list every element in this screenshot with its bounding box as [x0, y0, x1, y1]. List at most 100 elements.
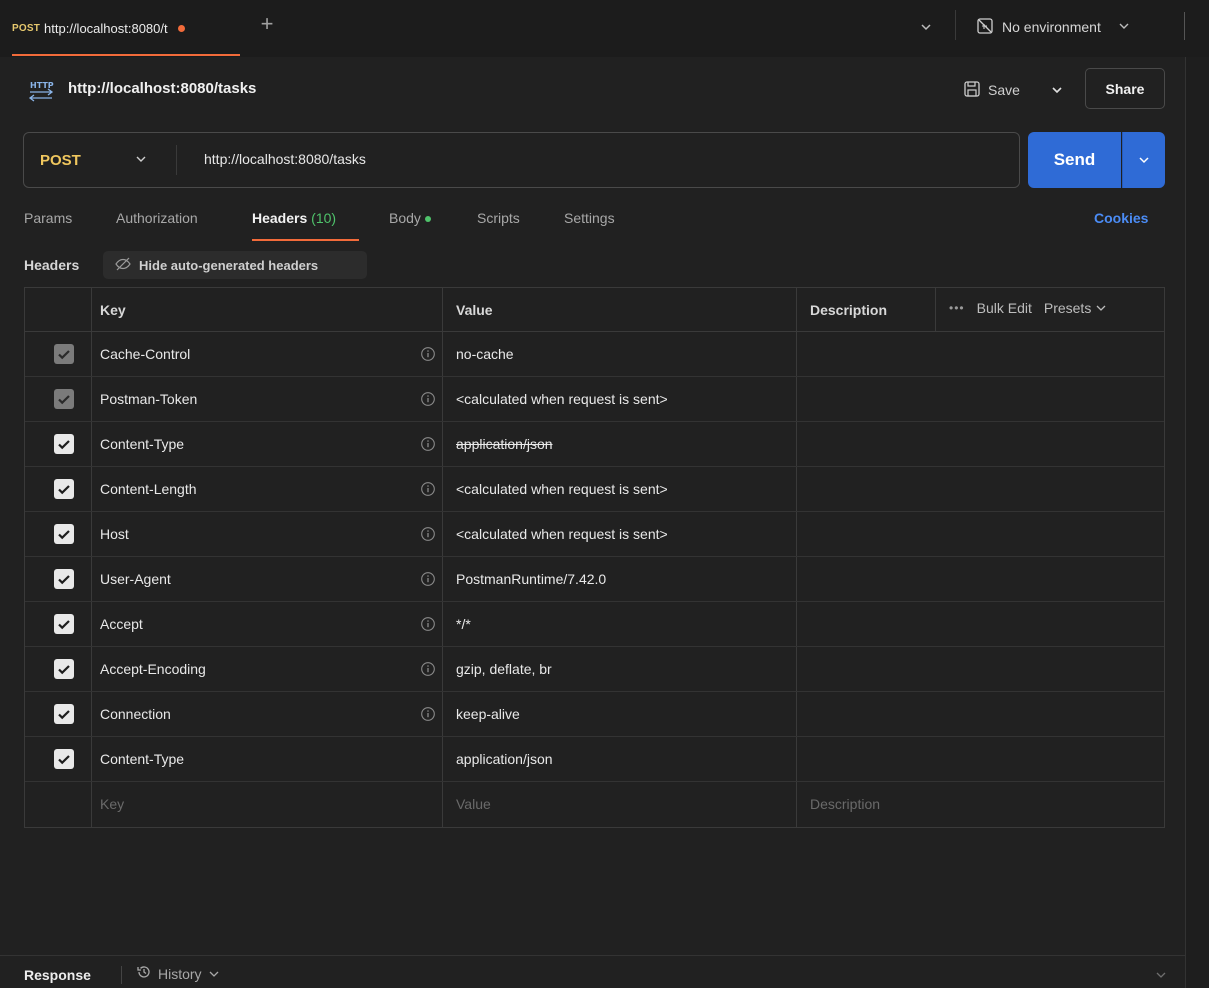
expand-response-chevron-down-icon[interactable]: [1154, 968, 1168, 984]
info-icon[interactable]: [420, 346, 436, 362]
hide-auto-headers-label: Hide auto-generated headers: [139, 257, 319, 273]
header-key[interactable]: Content-Type: [100, 751, 184, 767]
checkmark-icon: [58, 485, 70, 495]
tabs-menu-chevron-down-icon[interactable]: [915, 16, 937, 38]
enable-checkbox[interactable]: [54, 524, 74, 544]
new-tab-plus-icon[interactable]: +: [256, 13, 278, 36]
enable-checkbox[interactable]: [54, 569, 74, 589]
chevron-down-icon: [1117, 19, 1131, 36]
column-key-header: Key: [100, 302, 126, 318]
info-icon[interactable]: [420, 481, 436, 497]
table-row: Accept */*: [25, 602, 1164, 647]
header-key[interactable]: Accept-Encoding: [100, 661, 206, 677]
divider: [955, 10, 956, 40]
hide-auto-headers-button[interactable]: Hide auto-generated headers: [103, 251, 367, 279]
share-button[interactable]: Share: [1085, 68, 1165, 109]
info-icon[interactable]: [420, 526, 436, 542]
send-button[interactable]: Send: [1028, 132, 1121, 188]
table-row: Content-Length <calculated when request i…: [25, 467, 1164, 512]
header-key[interactable]: Content-Length: [100, 481, 197, 497]
header-value[interactable]: <calculated when request is sent>: [456, 481, 668, 497]
header-value[interactable]: keep-alive: [456, 706, 520, 722]
save-options-chevron-down-icon[interactable]: [1040, 74, 1074, 106]
save-icon: [963, 80, 981, 101]
chevron-down-icon: [1095, 300, 1107, 316]
enable-checkbox[interactable]: [54, 389, 74, 409]
info-icon[interactable]: [420, 391, 436, 407]
request-tab[interactable]: POST http://localhost:8080/t: [6, 0, 241, 57]
enable-checkbox[interactable]: [54, 434, 74, 454]
tab-authorization[interactable]: Authorization: [116, 210, 198, 234]
checkmark-icon: [58, 755, 70, 765]
header-value[interactable]: PostmanRuntime/7.42.0: [456, 571, 606, 587]
url-bar: POST http://localhost:8080/tasks: [23, 132, 1020, 188]
send-options-chevron-down-icon[interactable]: [1122, 132, 1165, 188]
history-label: History: [158, 965, 202, 982]
response-label[interactable]: Response: [24, 967, 91, 983]
environment-selector[interactable]: No environment: [968, 10, 1173, 44]
table-actions: ••• Bulk Edit Presets: [949, 300, 1107, 316]
checkmark-icon: [58, 530, 70, 540]
history-icon: [136, 964, 152, 983]
headers-section-label: Headers: [24, 257, 80, 273]
tab-settings[interactable]: Settings: [564, 210, 615, 234]
eye-off-icon: [115, 257, 131, 274]
info-icon[interactable]: [420, 436, 436, 452]
info-icon[interactable]: [420, 706, 436, 722]
method-select[interactable]: POST: [40, 133, 190, 187]
table-row: Cache-Control no-cache: [25, 332, 1164, 377]
info-icon[interactable]: [420, 661, 436, 677]
header-key[interactable]: Accept: [100, 616, 143, 632]
header-value[interactable]: application/json: [456, 436, 553, 452]
checkmark-icon: [58, 575, 70, 585]
tab-body[interactable]: Body: [389, 210, 431, 234]
tab-scripts[interactable]: Scripts: [477, 210, 520, 234]
more-options-icon[interactable]: •••: [949, 301, 965, 315]
header-value[interactable]: <calculated when request is sent>: [456, 391, 668, 407]
body-indicator-dot-icon: [424, 216, 431, 223]
info-icon[interactable]: [420, 616, 436, 632]
header-key[interactable]: User-Agent: [100, 571, 171, 587]
column-description-header: Description: [810, 302, 888, 318]
column-value-header: Value: [456, 302, 493, 318]
tab-headers-label: Headers: [252, 210, 308, 226]
enable-checkbox[interactable]: [54, 659, 74, 679]
header-key[interactable]: Cache-Control: [100, 346, 190, 362]
save-label: Save: [988, 82, 1020, 98]
response-bar: Response History: [0, 955, 1185, 988]
header-value[interactable]: <calculated when request is sent>: [456, 526, 668, 542]
header-value[interactable]: application/json: [456, 751, 553, 767]
enable-checkbox[interactable]: [54, 614, 74, 634]
new-value-input[interactable]: Value: [456, 796, 491, 812]
header-key[interactable]: Content-Type: [100, 436, 184, 452]
no-environment-icon: [976, 17, 994, 38]
header-key[interactable]: Connection: [100, 706, 171, 722]
header-key[interactable]: Host: [100, 526, 129, 542]
divider: [1184, 12, 1185, 40]
tab-params[interactable]: Params: [24, 210, 72, 234]
header-value[interactable]: no-cache: [456, 346, 514, 362]
tab-title: http://localhost:8080/t: [44, 21, 168, 36]
tab-body-label: Body: [389, 210, 421, 226]
enable-checkbox[interactable]: [54, 479, 74, 499]
history-button[interactable]: History: [136, 964, 220, 983]
info-icon[interactable]: [420, 571, 436, 587]
save-button[interactable]: Save: [955, 74, 1038, 106]
enable-checkbox[interactable]: [54, 749, 74, 769]
new-key-input[interactable]: Key: [100, 796, 124, 812]
url-input[interactable]: http://localhost:8080/tasks: [204, 151, 366, 167]
bulk-edit-button[interactable]: Bulk Edit: [977, 300, 1032, 316]
request-name[interactable]: http://localhost:8080/tasks: [68, 80, 256, 97]
tab-headers[interactable]: Headers (10): [252, 210, 336, 234]
cookies-link[interactable]: Cookies: [1094, 210, 1148, 226]
enable-checkbox[interactable]: [54, 704, 74, 724]
header-value[interactable]: */*: [456, 616, 471, 632]
header-value[interactable]: gzip, deflate, br: [456, 661, 552, 677]
divider: [176, 145, 177, 175]
table-row: Host <calculated when request is sent>: [25, 512, 1164, 557]
table-row: Accept-Encoding gzip, deflate, br: [25, 647, 1164, 692]
header-key[interactable]: Postman-Token: [100, 391, 197, 407]
enable-checkbox[interactable]: [54, 344, 74, 364]
presets-dropdown[interactable]: Presets: [1044, 300, 1107, 316]
new-description-input[interactable]: Description: [810, 796, 880, 812]
